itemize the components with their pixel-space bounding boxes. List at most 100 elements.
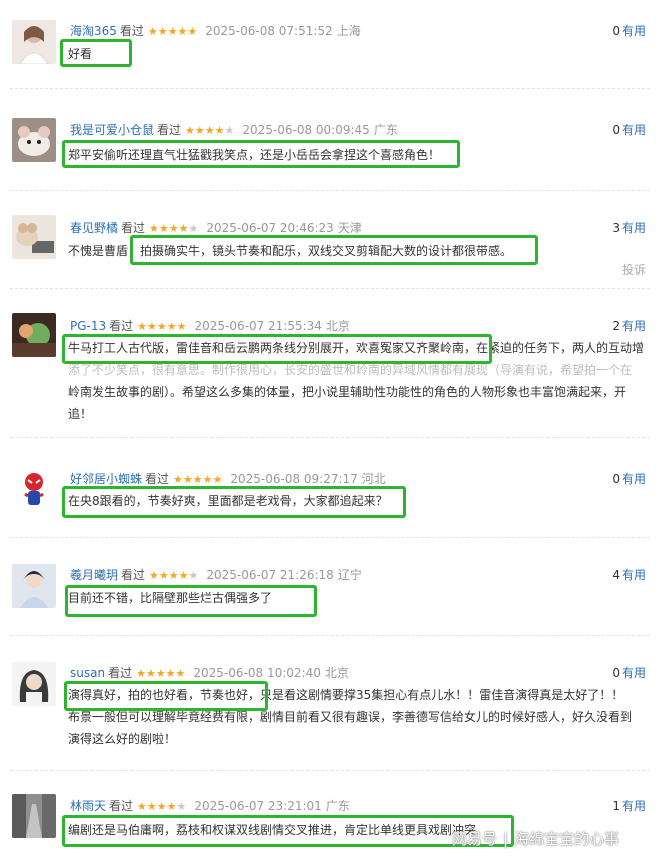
divider bbox=[10, 770, 650, 771]
useful-button[interactable]: 3 有用 bbox=[612, 219, 646, 236]
useful-label: 有用 bbox=[621, 799, 646, 813]
review-line: 演得这么好的剧啦！ bbox=[68, 732, 177, 746]
useful-button[interactable]: 0 有用 bbox=[612, 22, 646, 39]
useful-label: 有用 bbox=[621, 666, 646, 680]
divider bbox=[10, 635, 650, 636]
avatar[interactable] bbox=[12, 794, 56, 838]
useful-label: 有用 bbox=[621, 319, 646, 333]
star-rating: ★★★★★ bbox=[149, 569, 199, 582]
username-link[interactable]: 好邻居小蜘蛛 bbox=[70, 472, 142, 486]
watched-label: 看过 bbox=[108, 666, 133, 680]
review-content: 不愧是曹盾，拍摄确实牛，镜头节奏和配乐，双线交叉剪辑配大数的设计都很带感。 bbox=[68, 240, 648, 262]
star-rating: ★★★★★ bbox=[136, 667, 186, 680]
username-link[interactable]: susan bbox=[70, 666, 105, 680]
divider bbox=[10, 190, 650, 191]
watched-label: 看过 bbox=[109, 799, 134, 813]
review-line: 牛马打工人古代版，雷佳音和岳云鹏两条线分别展开，欢喜冤家又齐聚岭南，在紧迫的任务… bbox=[68, 341, 645, 355]
useful-label: 有用 bbox=[621, 472, 646, 486]
report-link[interactable]: 投诉 bbox=[622, 261, 646, 278]
username-link[interactable]: 春见野橘 bbox=[70, 221, 118, 235]
star-rating: ★★★★★ bbox=[173, 473, 223, 486]
review-location: 广东 bbox=[373, 123, 398, 137]
review-time: 2025-06-07 21:55:34 bbox=[194, 319, 322, 333]
useful-count: 0 bbox=[612, 666, 620, 680]
useful-button[interactable]: 0 有用 bbox=[612, 664, 646, 681]
divider bbox=[10, 437, 650, 438]
useful-button[interactable]: 0 有用 bbox=[612, 470, 646, 487]
review-location: 上海 bbox=[336, 24, 361, 38]
review-line: 目前还不错，比隔壁那些烂古偶强多了 bbox=[68, 591, 273, 605]
star-rating: ★★★★★ bbox=[185, 124, 235, 137]
review-time: 2025-06-07 20:46:23 bbox=[206, 221, 334, 235]
review-line: 布景一般但可以理解毕竟经费有限，剧情目前看又很有趣误，李善德写信给女儿的时候好感… bbox=[68, 710, 633, 724]
review-content: 好看 bbox=[68, 43, 648, 65]
review-time: 2025-06-08 09:27:17 bbox=[230, 472, 358, 486]
review-line: 演得真好，拍的也好看，节奏也好，只是看这剧情要撑35集担心有点儿水！！雷佳音演得… bbox=[68, 688, 624, 702]
useful-button[interactable]: 0 有用 bbox=[612, 121, 646, 138]
watermark-brand: 网易号 bbox=[452, 830, 498, 848]
useful-button[interactable]: 4 有用 bbox=[612, 566, 646, 583]
username-link[interactable]: 我是可爱小仓鼠 bbox=[70, 123, 154, 137]
avatar[interactable] bbox=[12, 564, 56, 608]
review-content: 目前还不错，比隔壁那些烂古偶强多了 bbox=[68, 587, 648, 609]
username-link[interactable]: 羲月曦玥 bbox=[70, 568, 118, 582]
useful-count: 0 bbox=[612, 123, 620, 137]
useful-count: 0 bbox=[612, 472, 620, 486]
review-location: 北京 bbox=[325, 319, 350, 333]
useful-button[interactable]: 2 有用 bbox=[612, 317, 646, 334]
review-line: 岭南发生故事的剧）。希望这么多集的体量，把小说里辅助性功能性的角色的人物形象也丰… bbox=[68, 385, 627, 399]
useful-label: 有用 bbox=[621, 123, 646, 137]
divider bbox=[10, 537, 650, 538]
useful-count: 4 bbox=[612, 568, 620, 582]
star-rating: ★★★★★ bbox=[147, 25, 198, 38]
avatar[interactable] bbox=[12, 215, 56, 259]
review-meta: 好邻居小蜘蛛 看过 ★★★★★ 2025-06-08 09:27:17 河北 bbox=[70, 470, 386, 487]
review-content: 牛马打工人古代版，雷佳音和岳云鹏两条线分别展开，欢喜冤家又齐聚岭南，在紧迫的任务… bbox=[68, 337, 648, 425]
watched-label: 看过 bbox=[119, 24, 144, 38]
useful-button[interactable]: 1 有用 bbox=[612, 797, 646, 814]
review-content: 郑平安偷听还理直气壮猛戳我笑点，还是小岳岳会拿捏这个喜感角色！ bbox=[68, 144, 648, 166]
watermark-separator: | bbox=[503, 830, 509, 848]
useful-label: 有用 bbox=[621, 568, 646, 582]
watermark: 网易号 | 海绵宝宝的心事 bbox=[452, 828, 619, 849]
review-location: 辽宁 bbox=[337, 568, 362, 582]
review-meta: 羲月曦玥 看过 ★★★★★ 2025-06-07 21:26:18 辽宁 bbox=[70, 566, 362, 583]
review-line: 好看 bbox=[68, 47, 93, 61]
watched-label: 看过 bbox=[109, 319, 134, 333]
username-link[interactable]: 林雨天 bbox=[70, 799, 106, 813]
watched-label: 看过 bbox=[121, 221, 146, 235]
useful-count: 0 bbox=[612, 24, 620, 38]
review-meta: PG-13 看过 ★★★★★ 2025-06-07 21:55:34 北京 bbox=[70, 317, 350, 334]
review-meta: susan 看过 ★★★★★ 2025-06-08 10:02:40 北京 bbox=[70, 664, 349, 681]
review-location: 北京 bbox=[324, 666, 349, 680]
divider bbox=[10, 88, 650, 89]
divider bbox=[10, 288, 650, 289]
review-meta: 我是可爱小仓鼠 看过 ★★★★★ 2025-06-08 00:09:45 广东 bbox=[70, 121, 398, 138]
review-line: 不愧是曹盾，拍摄确实牛，镜头节奏和配乐，双线交叉剪辑配大数的设计都很带感。 bbox=[68, 244, 513, 258]
useful-count: 3 bbox=[612, 221, 620, 235]
review-meta: 林雨天 看过 ★★★★★ 2025-06-07 23:21:01 广东 bbox=[70, 797, 350, 814]
avatar[interactable] bbox=[12, 466, 56, 510]
star-rating: ★★★★★ bbox=[137, 800, 187, 813]
review-content: 在央8跟看的，节奏好爽，里面都是老戏骨，大家都追起来？ bbox=[68, 490, 648, 512]
watched-label: 看过 bbox=[157, 123, 182, 137]
review-location: 河北 bbox=[361, 472, 386, 486]
review-line: 在央8跟看的，节奏好爽，里面都是老戏骨，大家都追起来？ bbox=[68, 494, 388, 508]
review-line: 添了不少笑点，很有意思。制作很用心，长安的盛世和岭南的异域风情都有展现（导演有说… bbox=[68, 363, 633, 377]
review-location: 天津 bbox=[337, 221, 362, 235]
useful-label: 有用 bbox=[621, 24, 646, 38]
avatar[interactable] bbox=[12, 662, 56, 706]
watermark-author: 海绵宝宝的心事 bbox=[514, 830, 620, 848]
username-link[interactable]: 海淘365 bbox=[70, 24, 117, 38]
review-time: 2025-06-08 07:51:52 bbox=[205, 24, 333, 38]
username-link[interactable]: PG-13 bbox=[70, 319, 106, 333]
watched-label: 看过 bbox=[145, 472, 170, 486]
avatar[interactable] bbox=[12, 313, 56, 357]
review-time: 2025-06-07 21:26:18 bbox=[206, 568, 334, 582]
review-meta: 春见野橘 看过 ★★★★★ 2025-06-07 20:46:23 天津 bbox=[70, 219, 362, 236]
star-rating: ★★★★★ bbox=[149, 222, 199, 235]
review-meta: 海淘365 看过 ★★★★★ 2025-06-08 07:51:52 上海 bbox=[70, 22, 361, 39]
avatar[interactable] bbox=[12, 118, 56, 162]
avatar[interactable] bbox=[12, 20, 56, 64]
review-line: 追！ bbox=[68, 407, 93, 421]
